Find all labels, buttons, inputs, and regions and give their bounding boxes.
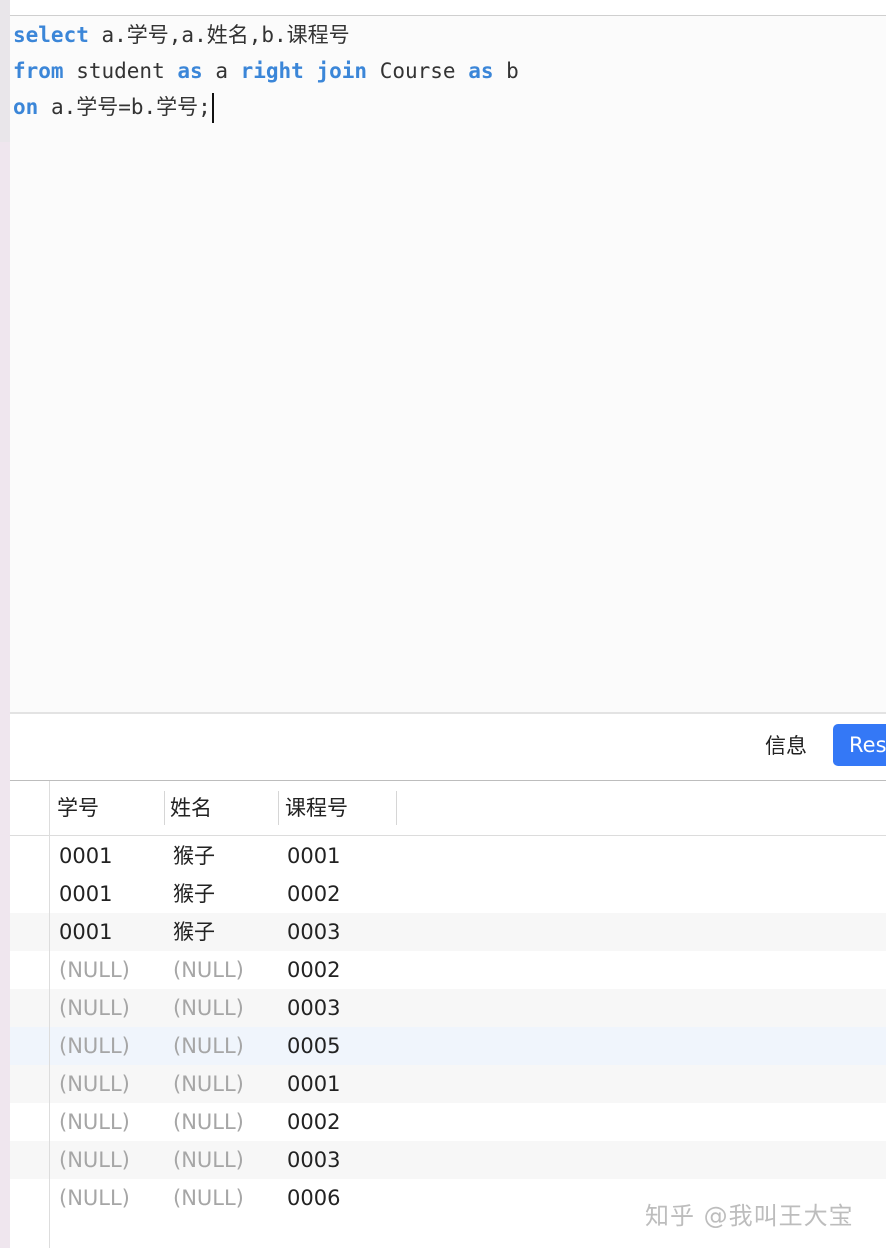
sql-keyword: on <box>13 95 39 119</box>
cell-name[interactable]: 猴子 <box>173 913 215 951</box>
cell-name[interactable]: (NULL) <box>173 1141 244 1179</box>
cell-course-id[interactable]: 0002 <box>287 951 340 989</box>
cell-student-id[interactable]: 0001 <box>59 837 112 875</box>
sql-keyword: as <box>177 59 203 83</box>
cell-student-id[interactable]: 0001 <box>59 913 112 951</box>
sql-editor[interactable]: select a.学号,a.姓名,b.课程号 from student as a… <box>10 16 886 712</box>
sql-keyword: as <box>468 59 494 83</box>
grid-header-row: 学号 姓名 课程号 <box>10 781 886 836</box>
column-separator[interactable] <box>278 791 279 825</box>
table-row[interactable]: (NULL) (NULL) 0002 <box>10 951 886 989</box>
sql-text: b <box>493 59 519 83</box>
sql-text: a.学号=b.学号; <box>38 95 211 119</box>
tab-result[interactable]: Res <box>833 724 886 766</box>
cell-course-id[interactable]: 0002 <box>287 875 340 913</box>
cell-student-id[interactable]: (NULL) <box>59 1179 130 1217</box>
cell-course-id[interactable]: 0005 <box>287 1027 340 1065</box>
cell-student-id[interactable]: (NULL) <box>59 1027 130 1065</box>
column-separator[interactable] <box>396 791 397 825</box>
cell-student-id[interactable]: (NULL) <box>59 1141 130 1179</box>
table-row[interactable]: (NULL) (NULL) 0003 <box>10 989 886 1027</box>
column-separator[interactable] <box>164 791 165 825</box>
row-gutter-line <box>49 781 50 1248</box>
cell-course-id[interactable]: 0001 <box>287 837 340 875</box>
cell-name[interactable]: (NULL) <box>173 989 244 1027</box>
tab-info[interactable]: 信息 <box>765 728 807 764</box>
cell-name[interactable]: (NULL) <box>173 1179 244 1217</box>
cell-name[interactable]: (NULL) <box>173 1103 244 1141</box>
cell-course-id[interactable]: 0003 <box>287 1141 340 1179</box>
cell-student-id[interactable]: (NULL) <box>59 951 130 989</box>
table-row[interactable]: (NULL) (NULL) 0002 <box>10 1103 886 1141</box>
cell-student-id[interactable]: 0001 <box>59 875 112 913</box>
cell-student-id[interactable]: (NULL) <box>59 1065 130 1103</box>
watermark: 知乎 @我叫王大宝 <box>645 1202 854 1230</box>
column-header-student-id[interactable]: 学号 <box>57 791 99 825</box>
cell-course-id[interactable]: 0003 <box>287 989 340 1027</box>
sql-text: a.学号,a.姓名,b.课程号 <box>88 23 350 47</box>
table-row[interactable]: (NULL) (NULL) 0003 <box>10 1141 886 1179</box>
cell-course-id[interactable]: 0003 <box>287 913 340 951</box>
sql-text: Course <box>367 59 469 83</box>
cell-student-id[interactable]: (NULL) <box>59 1103 130 1141</box>
cell-course-id[interactable]: 0006 <box>287 1179 340 1217</box>
sql-keyword: join <box>316 59 368 83</box>
left-window-edge <box>0 0 10 1248</box>
left-window-edge-upper <box>0 0 10 142</box>
table-row[interactable]: (NULL) (NULL) 0001 <box>10 1065 886 1103</box>
sql-keyword: right <box>240 59 304 83</box>
code-line-1[interactable]: select a.学号,a.姓名,b.课程号 <box>13 18 350 52</box>
column-header-course-id[interactable]: 课程号 <box>285 791 348 825</box>
column-header-name[interactable]: 姓名 <box>170 791 212 825</box>
table-row[interactable]: 0001 猴子 0003 <box>10 913 886 951</box>
cell-student-id[interactable]: (NULL) <box>59 989 130 1027</box>
sql-text: a <box>202 59 241 83</box>
result-tab-bar: 信息 Res <box>10 714 886 780</box>
cell-name[interactable]: 猴子 <box>173 837 215 875</box>
cell-course-id[interactable]: 0002 <box>287 1103 340 1141</box>
table-row[interactable]: 0001 猴子 0002 <box>10 875 886 913</box>
cell-name[interactable]: (NULL) <box>173 1065 244 1103</box>
table-row[interactable]: 0001 猴子 0001 <box>10 837 886 875</box>
code-line-2[interactable]: from student as a right join Course as b <box>13 54 519 88</box>
result-grid[interactable]: 学号 姓名 课程号 0001 猴子 0001 0001 猴子 0002 0001 猴子 0003… <box>10 781 886 1248</box>
sql-keyword: select <box>13 23 89 47</box>
code-line-3[interactable]: on a.学号=b.学号; <box>13 90 214 124</box>
cell-course-id[interactable]: 0001 <box>287 1065 340 1103</box>
table-row[interactable]: (NULL) (NULL) 0005 <box>10 1027 886 1065</box>
sql-keyword: from <box>13 59 64 83</box>
cell-name[interactable]: (NULL) <box>173 1027 244 1065</box>
text-caret <box>211 93 214 123</box>
cell-name[interactable]: (NULL) <box>173 951 244 989</box>
cell-name[interactable]: 猴子 <box>173 875 215 913</box>
sql-text: student <box>63 59 178 83</box>
